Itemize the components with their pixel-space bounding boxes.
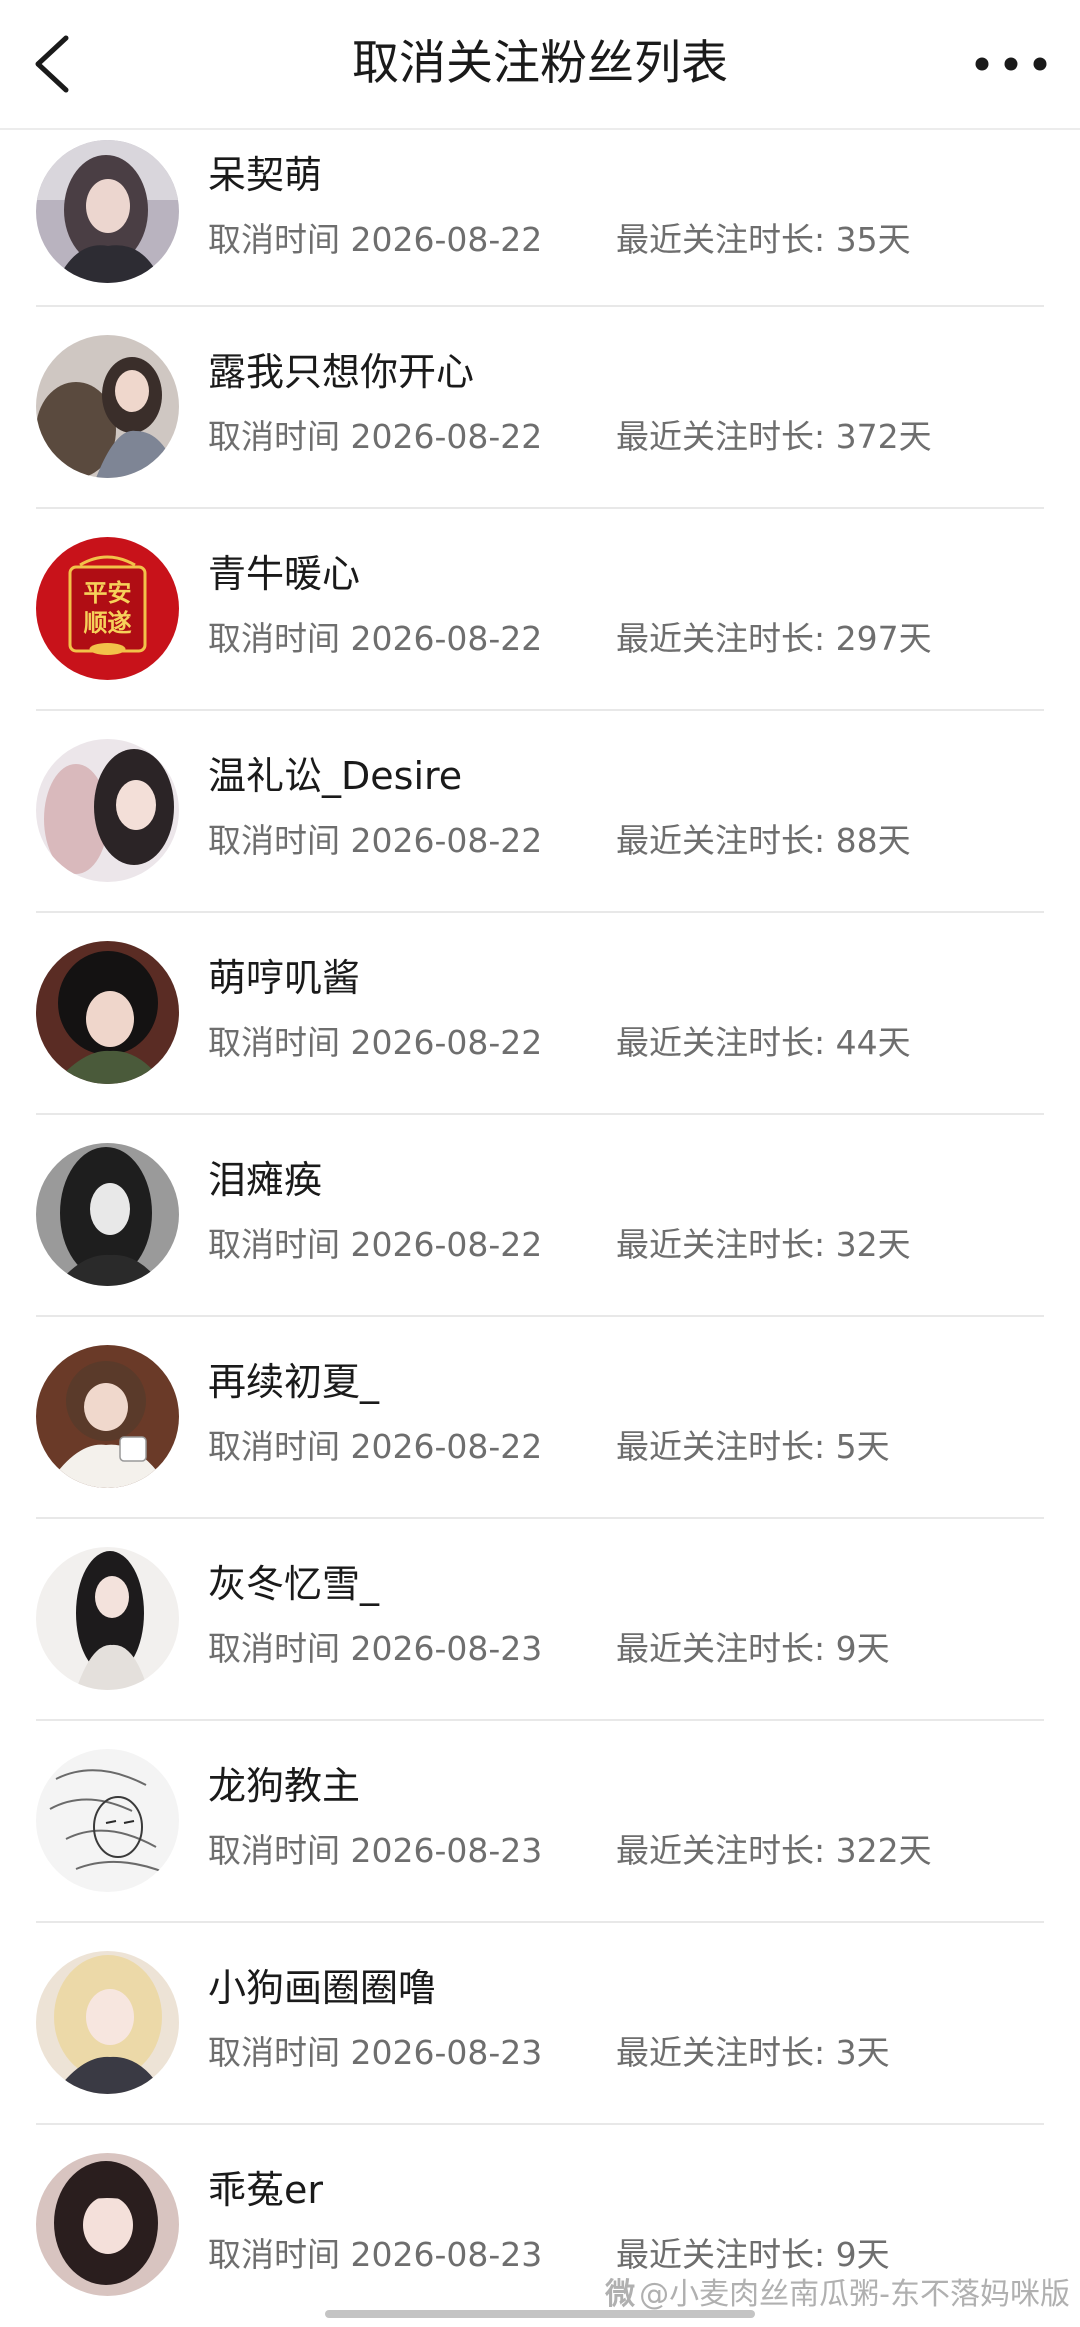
- follow-duration: 最近关注时长: 35天: [616, 220, 911, 259]
- more-options-button[interactable]: [972, 40, 1050, 88]
- follow-duration: 最近关注时长: 372天: [616, 417, 932, 456]
- fan-meta: 取消时间 2026-08-22 最近关注时长: 32天: [208, 1223, 911, 1267]
- fan-name: 呆契萌: [208, 153, 323, 197]
- fan-name: 泪瘫痪: [208, 1158, 323, 1202]
- follow-duration: 最近关注时长: 88天: [616, 821, 911, 860]
- cancel-time: 取消时间 2026-08-23: [208, 2033, 543, 2072]
- top-nav-bar: 取消关注粉丝列表: [0, 0, 1080, 130]
- follow-duration: 最近关注时长: 9天: [616, 2235, 890, 2274]
- avatar[interactable]: [36, 1345, 179, 1488]
- fan-name: 萌哼叽酱: [208, 956, 361, 1000]
- avatar[interactable]: [36, 1143, 179, 1286]
- fan-name: 青牛暖心: [208, 552, 361, 596]
- page-title: 取消关注粉丝列表: [352, 36, 728, 91]
- fan-name: 温礼讼_Desire: [208, 754, 463, 798]
- list-item[interactable]: 灰冬忆雪_ 取消时间 2026-08-23 最近关注时长: 9天: [0, 1519, 1080, 1721]
- fan-meta: 取消时间 2026-08-23 最近关注时长: 3天: [208, 2031, 890, 2075]
- fan-meta: 取消时间 2026-08-22 最近关注时长: 297天: [208, 617, 932, 661]
- fan-meta: 取消时间 2026-08-22 最近关注时长: 35天: [208, 218, 911, 262]
- fan-name: 再续初夏_: [208, 1360, 380, 1404]
- fan-name: 灰冬忆雪_: [208, 1562, 380, 1606]
- list-item[interactable]: 小狗画圈圈噜 取消时间 2026-08-23 最近关注时长: 3天: [0, 1923, 1080, 2125]
- more-dots-icon: [975, 57, 1047, 71]
- list-item[interactable]: 龙狗教主 取消时间 2026-08-23 最近关注时长: 322天: [0, 1721, 1080, 1923]
- fan-name: 小狗画圈圈噜: [208, 1966, 437, 2010]
- list-item[interactable]: 萌哼叽酱 取消时间 2026-08-22 最近关注时长: 44天: [0, 913, 1080, 1115]
- profile-photo-icon: [36, 2153, 179, 2296]
- fan-name: 露我只想你开心: [208, 350, 475, 394]
- avatar[interactable]: 平安 顺遂: [36, 537, 179, 680]
- follow-duration: 最近关注时长: 3天: [616, 2033, 890, 2072]
- list-item[interactable]: 温礼讼_Desire 取消时间 2026-08-22 最近关注时长: 88天: [0, 711, 1080, 913]
- fan-name: 乖菟er: [208, 2168, 324, 2212]
- cancel-time: 取消时间 2026-08-22: [208, 1427, 543, 1466]
- cancel-time: 取消时间 2026-08-23: [208, 1629, 543, 1668]
- cancel-time: 取消时间 2026-08-22: [208, 417, 543, 456]
- cancel-time: 取消时间 2026-08-23: [208, 2235, 543, 2274]
- avatar[interactable]: [36, 1749, 179, 1892]
- home-indicator[interactable]: [325, 2310, 755, 2318]
- fan-meta: 取消时间 2026-08-22 最近关注时长: 372天: [208, 415, 932, 459]
- fan-meta: 取消时间 2026-08-22 最近关注时长: 88天: [208, 819, 911, 863]
- cancel-time: 取消时间 2026-08-22: [208, 619, 543, 658]
- list-item[interactable]: 再续初夏_ 取消时间 2026-08-22 最近关注时长: 5天: [0, 1317, 1080, 1519]
- profile-photo-icon: [36, 1143, 179, 1286]
- follow-duration: 最近关注时长: 5天: [616, 1427, 890, 1466]
- fan-meta: 取消时间 2026-08-23 最近关注时长: 322天: [208, 1829, 932, 1873]
- profile-photo-icon: [36, 941, 179, 1084]
- avatar[interactable]: [36, 2153, 179, 2296]
- profile-photo-icon: [36, 140, 179, 283]
- avatar[interactable]: [36, 1547, 179, 1690]
- list-item[interactable]: 呆契萌 取消时间 2026-08-22 最近关注时长: 35天: [0, 130, 1080, 307]
- follow-duration: 最近关注时长: 9天: [616, 1629, 890, 1668]
- profile-photo-icon: [36, 739, 179, 882]
- avatar[interactable]: [36, 335, 179, 478]
- cancel-time: 取消时间 2026-08-22: [208, 1225, 543, 1264]
- follow-duration: 最近关注时长: 297天: [616, 619, 932, 658]
- fan-meta: 取消时间 2026-08-22 最近关注时长: 44天: [208, 1021, 911, 1065]
- follow-duration: 最近关注时长: 322天: [616, 1831, 932, 1870]
- profile-photo-icon: [36, 1547, 179, 1690]
- fan-meta: 取消时间 2026-08-23 最近关注时长: 9天: [208, 2233, 890, 2277]
- weibo-watermark: 微 @小麦肉丝南瓜粥-东不落妈咪版: [605, 2275, 1070, 2315]
- fan-meta: 取消时间 2026-08-23 最近关注时长: 9天: [208, 1627, 890, 1671]
- fan-meta: 取消时间 2026-08-22 最近关注时长: 5天: [208, 1425, 890, 1469]
- avatar-text-bottom: 顺遂: [84, 609, 132, 637]
- list-item[interactable]: 泪瘫痪 取消时间 2026-08-22 最近关注时长: 32天: [0, 1115, 1080, 1317]
- fan-name: 龙狗教主: [208, 1764, 361, 1808]
- profile-photo-icon: [36, 335, 179, 478]
- follow-duration: 最近关注时长: 32天: [616, 1225, 911, 1264]
- list-item[interactable]: 平安 顺遂 青牛暖心 取消时间 2026-08-22 最近关注时长: 297天: [0, 509, 1080, 711]
- unfollowed-fans-list: 呆契萌 取消时间 2026-08-22 最近关注时长: 35天 露我只想你开心 取…: [0, 130, 1080, 2327]
- follow-duration: 最近关注时长: 44天: [616, 1023, 911, 1062]
- profile-photo-icon: [36, 1951, 179, 2094]
- avatar-text-top: 平安: [84, 579, 132, 607]
- watermark-text: @小麦肉丝南瓜粥-东不落妈咪版: [639, 2277, 1070, 2312]
- cancel-time: 取消时间 2026-08-22: [208, 821, 543, 860]
- avatar[interactable]: [36, 941, 179, 1084]
- weibo-logo-icon: 微: [605, 2277, 636, 2312]
- avatar[interactable]: [36, 1951, 179, 2094]
- red-banner-avatar-icon: 平安 顺遂: [36, 537, 179, 680]
- cancel-time: 取消时间 2026-08-22: [208, 1023, 543, 1062]
- list-item[interactable]: 露我只想你开心 取消时间 2026-08-22 最近关注时长: 372天: [0, 307, 1080, 509]
- avatar[interactable]: [36, 140, 179, 283]
- profile-photo-icon: [36, 1345, 179, 1488]
- cancel-time: 取消时间 2026-08-22: [208, 220, 543, 259]
- avatar[interactable]: [36, 739, 179, 882]
- sketch-avatar-icon: [36, 1749, 179, 1892]
- cancel-time: 取消时间 2026-08-23: [208, 1831, 543, 1870]
